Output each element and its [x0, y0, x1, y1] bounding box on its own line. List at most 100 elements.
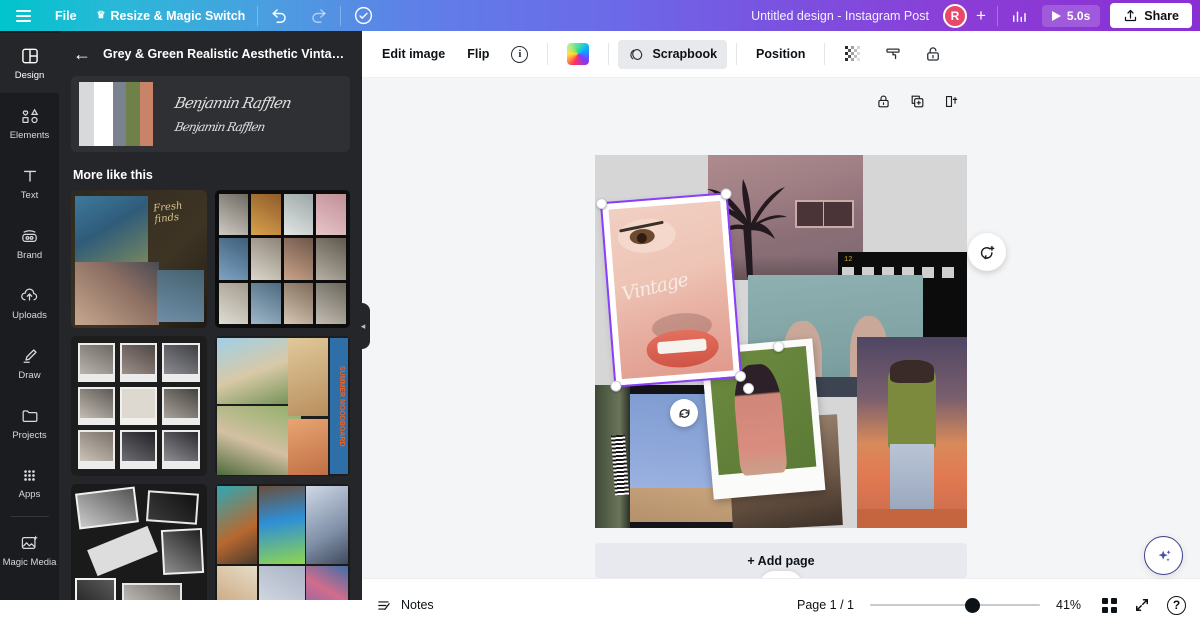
- file-menu-label: File: [55, 8, 77, 23]
- object-toolbar: Edit image Flip i Scrapbook Position: [362, 31, 1200, 78]
- avatar[interactable]: R: [942, 3, 967, 28]
- add-collaborator-button[interactable]: +: [967, 6, 995, 26]
- share-upload-icon: [1125, 9, 1137, 22]
- divider: [10, 516, 49, 517]
- resize-magic-switch-label: Resize & Magic Switch: [110, 8, 246, 23]
- lock-open-icon: [927, 47, 940, 61]
- magic-media-icon: [21, 535, 38, 549]
- lock-button[interactable]: [914, 39, 952, 69]
- status-bar: Notes Page 1 / 1 41% ?: [362, 578, 1200, 631]
- sidebar-item-projects[interactable]: Projects: [0, 393, 59, 453]
- elements-icon: [21, 108, 38, 123]
- page-float-toolbar: [875, 93, 960, 110]
- sidebar-item-elements[interactable]: Elements: [0, 93, 59, 153]
- divider: [736, 43, 738, 65]
- back-arrow-icon[interactable]: ←: [73, 45, 91, 63]
- expand-page-icon[interactable]: [943, 93, 960, 110]
- share-button[interactable]: Share: [1110, 3, 1192, 28]
- help-button[interactable]: ?: [1167, 595, 1186, 615]
- scrapbook-icon: [630, 48, 643, 60]
- transparency-icon: [845, 46, 861, 61]
- collage-sunset-figure[interactable]: [857, 337, 967, 528]
- sidebar-item-label: Design: [14, 69, 45, 81]
- design-panel: ← Grey & Green Realistic Aesthetic Vinta…: [59, 31, 362, 600]
- template-thumb-summer-moodboard[interactable]: SUMMER MOODBOARD: [214, 336, 350, 476]
- text-icon: [23, 170, 36, 182]
- info-button[interactable]: i: [501, 40, 538, 69]
- template-thumb-thrift-haul[interactable]: [214, 484, 350, 600]
- panel-title: Grey & Green Realistic Aesthetic Vintage…: [103, 47, 348, 61]
- undo-button[interactable]: [260, 0, 299, 31]
- add-comment-button[interactable]: [968, 233, 1006, 271]
- panel-header: ← Grey & Green Realistic Aesthetic Vinta…: [59, 31, 362, 73]
- flip-button[interactable]: Flip: [457, 41, 499, 67]
- bar-chart-icon: [1012, 11, 1026, 22]
- file-menu-button[interactable]: File: [45, 0, 87, 31]
- sidebar-item-design[interactable]: Design: [0, 33, 59, 93]
- design-icon: [21, 48, 38, 63]
- selection-frame[interactable]: [595, 187, 747, 393]
- sidebar-item-apps[interactable]: Apps: [0, 453, 59, 513]
- sidebar-item-label: Brand: [16, 249, 43, 261]
- cloud-saved-button[interactable]: [343, 0, 384, 31]
- design-page[interactable]: 12 Vintage: [595, 155, 967, 528]
- color-swatch-strip: [71, 76, 159, 152]
- edit-image-button[interactable]: Edit image: [372, 41, 455, 67]
- copy-style-button[interactable]: [874, 39, 912, 69]
- sidebar-item-brand[interactable]: Brand: [0, 213, 59, 273]
- resize-handle-top-left[interactable]: [595, 197, 608, 210]
- copy-style-icon: [886, 48, 900, 60]
- template-thumb-fresh-finds[interactable]: Fresh finds: [71, 190, 207, 328]
- position-label: Position: [756, 47, 806, 61]
- analytics-button[interactable]: [1000, 0, 1038, 31]
- panel-collapse-button[interactable]: ◂: [356, 303, 370, 349]
- add-comment-icon: [980, 245, 994, 259]
- main-menu-button[interactable]: [0, 0, 45, 31]
- magic-assistant-button[interactable]: [1144, 536, 1183, 575]
- resize-magic-switch-button[interactable]: ♛ Resize & Magic Switch: [87, 0, 256, 31]
- redo-button[interactable]: [299, 0, 338, 31]
- rotate-button[interactable]: [670, 399, 698, 427]
- rainbow-color-icon: [567, 43, 590, 65]
- template-thumb-bw-scrapbook[interactable]: [71, 484, 207, 600]
- divider: [340, 5, 342, 26]
- sidebar-item-label: Magic Media: [2, 556, 57, 568]
- zoom-slider[interactable]: [870, 597, 1040, 613]
- apps-icon: [24, 470, 35, 481]
- polaroid-handle-top[interactable]: [773, 341, 784, 352]
- notes-label: Notes: [401, 598, 434, 612]
- sidebar-item-draw[interactable]: Draw: [0, 333, 59, 393]
- sidebar-item-label: Elements: [9, 129, 50, 141]
- lock-icon[interactable]: [875, 93, 892, 110]
- template-preview-card[interactable]: Benjamin Rafflen Benjamin Rafflen: [71, 76, 350, 152]
- signature-line: Benjamin Rafflen: [173, 120, 266, 134]
- present-duration-button[interactable]: 5.0s: [1041, 4, 1101, 27]
- cloud-saved-icon: [355, 6, 373, 25]
- sidebar-item-label: Draw: [18, 369, 41, 381]
- sidebar-item-label: Text: [20, 189, 39, 201]
- zoom-slider-track: [870, 604, 1040, 606]
- sidebar-item-label: Apps: [18, 489, 41, 500]
- sidebar-item-text[interactable]: Text: [0, 153, 59, 213]
- notes-button[interactable]: Notes: [376, 597, 434, 614]
- template-thumb-polaroid-wall[interactable]: [71, 336, 207, 476]
- magic-sparkle-icon: [1158, 549, 1171, 561]
- template-thumb-filmstrip[interactable]: [214, 190, 350, 328]
- rotate-handle-icon: [679, 408, 689, 418]
- scrapbook-button[interactable]: Scrapbook: [618, 39, 728, 69]
- canvas-area[interactable]: 12 Vintage + Add page: [362, 78, 1200, 578]
- draw-icon: [23, 348, 37, 363]
- document-title[interactable]: Untitled design - Instagram Post: [751, 9, 943, 23]
- sidebar-item-uploads[interactable]: Uploads: [0, 273, 59, 333]
- notes-icon: [378, 600, 390, 610]
- edit-image-label: Edit image: [382, 47, 446, 61]
- fullscreen-icon[interactable]: [1133, 596, 1151, 614]
- color-button[interactable]: [557, 37, 599, 71]
- duplicate-page-icon[interactable]: [909, 93, 926, 110]
- polaroid-handle-left[interactable]: [743, 383, 754, 394]
- position-button[interactable]: Position: [746, 41, 815, 67]
- sidebar-item-magic-media[interactable]: Magic Media: [0, 520, 59, 580]
- divider: [996, 5, 998, 26]
- transparency-button[interactable]: [834, 39, 872, 69]
- zoom-level-label: 41%: [1056, 598, 1082, 612]
